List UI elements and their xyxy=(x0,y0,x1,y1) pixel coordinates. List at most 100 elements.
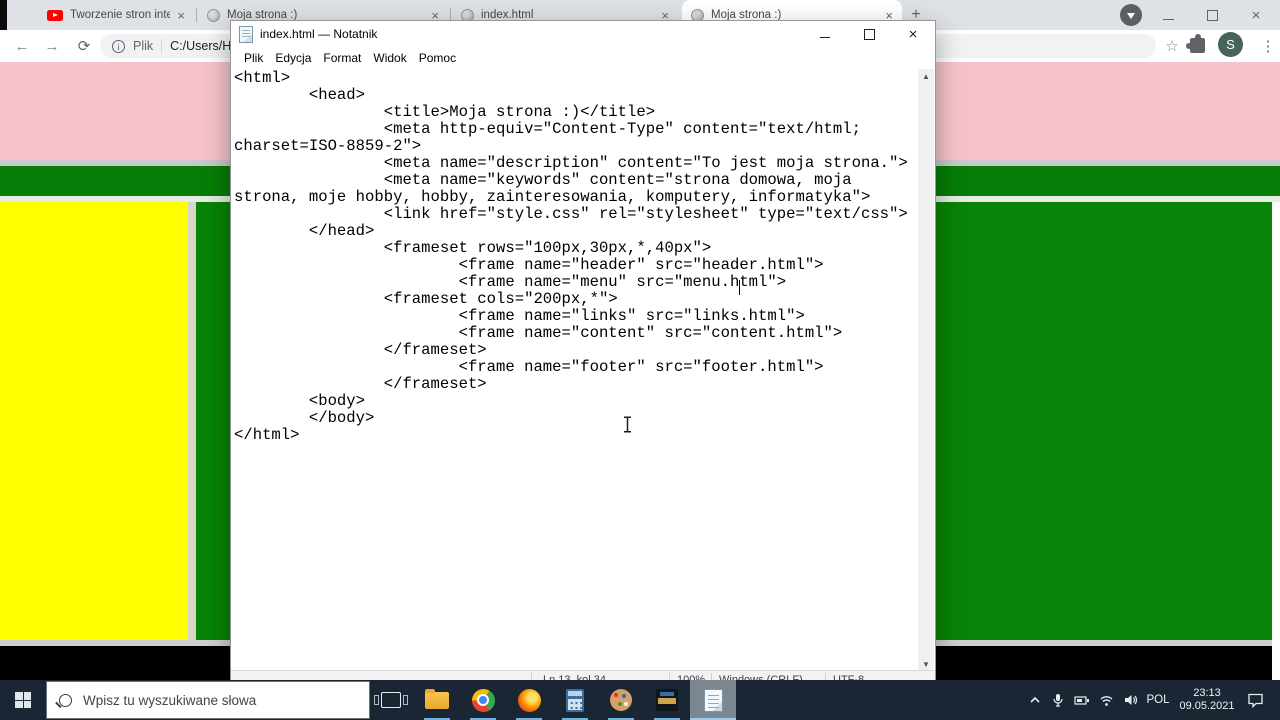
reload-button[interactable] xyxy=(70,30,98,62)
code-line: <frame name="links" src="links.html"> xyxy=(234,308,920,325)
clock-time: 23:13 xyxy=(1193,687,1221,700)
minimize-icon xyxy=(820,37,830,38)
menu-plik[interactable]: Plik xyxy=(238,51,269,65)
code-line: charset=ISO-8859-2"> xyxy=(234,138,920,155)
code-line: <title>Moja strona :)</title> xyxy=(234,104,920,121)
notepad-close-button[interactable] xyxy=(891,21,935,47)
tab-close-icon[interactable]: × xyxy=(177,9,185,22)
frame-links-yellow xyxy=(0,202,188,640)
code-line: <frame name="content" src="content.html"… xyxy=(234,325,920,342)
chevron-up-icon xyxy=(1028,693,1042,707)
code-line: </frameset> xyxy=(234,376,920,393)
speaker-icon xyxy=(1123,693,1138,707)
ftp-app-icon xyxy=(656,689,678,711)
page-scrollbar-track[interactable] xyxy=(1272,202,1280,680)
wifi-tray-button[interactable] xyxy=(1094,680,1118,720)
folder-icon xyxy=(425,692,449,709)
code-line: <frame name="header" src="header.html"> xyxy=(234,257,920,274)
windows-taskbar: Wpisz tu wyszukiwane słowa xyxy=(0,680,1280,720)
start-button[interactable] xyxy=(0,680,46,720)
extensions-icon[interactable] xyxy=(1190,38,1205,53)
browser-menu-icon[interactable] xyxy=(1254,30,1280,62)
page-info-icon[interactable] xyxy=(112,40,125,53)
notepad-taskbar-button[interactable] xyxy=(690,680,736,720)
notepad-menubar: Plik Edycja Format Widok Pomoc xyxy=(231,47,935,69)
firefox-icon xyxy=(518,689,541,712)
tray-expand-button[interactable] xyxy=(1022,680,1048,720)
browser-restore-button[interactable] xyxy=(1192,0,1232,30)
code-line: <html> xyxy=(234,70,920,87)
search-icon xyxy=(59,694,72,707)
media-control-icon[interactable] xyxy=(1120,4,1142,26)
ibeam-mouse-cursor xyxy=(622,416,633,438)
code-line: <body> xyxy=(234,393,920,410)
action-center-button[interactable] xyxy=(1240,680,1270,720)
code-line: <link href="style.css" rel="stylesheet" … xyxy=(234,206,920,223)
profile-avatar[interactable]: S xyxy=(1218,32,1243,57)
battery-tray-button[interactable] xyxy=(1070,680,1094,720)
scroll-up-icon[interactable] xyxy=(918,69,934,85)
menu-format[interactable]: Format xyxy=(317,51,367,65)
frame-divider-vertical[interactable] xyxy=(188,202,196,640)
paint-palette-icon xyxy=(610,689,632,711)
menu-pomoc[interactable]: Pomoc xyxy=(413,51,462,65)
chrome-icon xyxy=(472,689,495,712)
code-line: <frameset rows="100px,30px,*,40px"> xyxy=(234,240,920,257)
text-caret xyxy=(739,280,740,295)
windows-logo-icon xyxy=(15,692,31,708)
notepad-icon xyxy=(704,689,723,712)
restore-icon xyxy=(1207,10,1218,21)
notepad-maximize-button[interactable] xyxy=(847,21,891,47)
volume-tray-button[interactable] xyxy=(1118,680,1142,720)
forward-button[interactable] xyxy=(38,30,66,62)
code-line: <frameset cols="200px,*"> xyxy=(234,291,920,308)
address-separator xyxy=(161,39,162,53)
code-line: <meta name="description" content="To jes… xyxy=(234,155,920,172)
screen-edge-artifact xyxy=(0,0,7,30)
code-line: strona, moje hobby, hobby, zainteresowan… xyxy=(234,189,920,206)
file-explorer-button[interactable] xyxy=(414,680,460,720)
address-scheme-label: Plik xyxy=(133,39,153,53)
taskbar-clock[interactable]: 23:13 09.05.2021 xyxy=(1176,680,1238,720)
taskbar-search-input[interactable]: Wpisz tu wyszukiwane słowa xyxy=(46,681,370,719)
code-line: <frame name="menu" src="menu.html"> xyxy=(234,274,920,291)
clock-date: 09.05.2021 xyxy=(1179,700,1234,713)
microphone-tray-button[interactable] xyxy=(1046,680,1070,720)
notepad-minimize-button[interactable] xyxy=(803,21,847,47)
tab-youtube[interactable]: Tworzenie stron internetowych w × xyxy=(38,0,194,30)
browser-close-button[interactable] xyxy=(1236,0,1276,30)
task-view-icon xyxy=(381,692,401,708)
language-indicator[interactable]: POL xyxy=(1142,680,1174,720)
language-code: POL xyxy=(1146,694,1169,706)
code-line: </body> xyxy=(234,410,920,427)
notepad-file-icon xyxy=(239,26,253,43)
paint-button[interactable] xyxy=(598,680,644,720)
menu-edycja[interactable]: Edycja xyxy=(269,51,317,65)
code-line: <meta http-equiv="Content-Type" content=… xyxy=(234,121,920,138)
code-line: <head> xyxy=(234,87,920,104)
menu-widok[interactable]: Widok xyxy=(367,51,412,65)
calculator-button[interactable] xyxy=(552,680,598,720)
tab-separator xyxy=(196,8,197,22)
firefox-button[interactable] xyxy=(506,680,552,720)
code-line: <frame name="footer" src="footer.html"> xyxy=(234,359,920,376)
search-placeholder: Wpisz tu wyszukiwane słowa xyxy=(83,693,256,708)
calculator-icon xyxy=(566,689,584,712)
address-url-text: C:/Users/H xyxy=(170,39,231,53)
microphone-icon xyxy=(1051,693,1065,708)
code-line: <meta name="keywords" content="strona do… xyxy=(234,172,920,189)
notepad-window-title: index.html — Notatnik xyxy=(260,27,377,41)
chrome-button[interactable] xyxy=(460,680,506,720)
notepad-scrollbar[interactable] xyxy=(918,69,934,673)
ftp-app-button[interactable] xyxy=(644,680,690,720)
notepad-window: index.html — Notatnik Plik Edycja Format… xyxy=(230,20,936,690)
back-button[interactable] xyxy=(8,30,36,62)
action-center-icon xyxy=(1247,692,1264,708)
wifi-icon xyxy=(1099,694,1114,707)
notepad-text-area[interactable]: <html> <head> <title>Moja strona :)</tit… xyxy=(232,69,920,673)
task-view-button[interactable] xyxy=(368,680,414,720)
code-line: </head> xyxy=(234,223,920,240)
browser-minimize-button[interactable] xyxy=(1148,0,1188,30)
bookmark-star-icon[interactable] xyxy=(1158,30,1186,62)
battery-icon xyxy=(1074,693,1090,707)
